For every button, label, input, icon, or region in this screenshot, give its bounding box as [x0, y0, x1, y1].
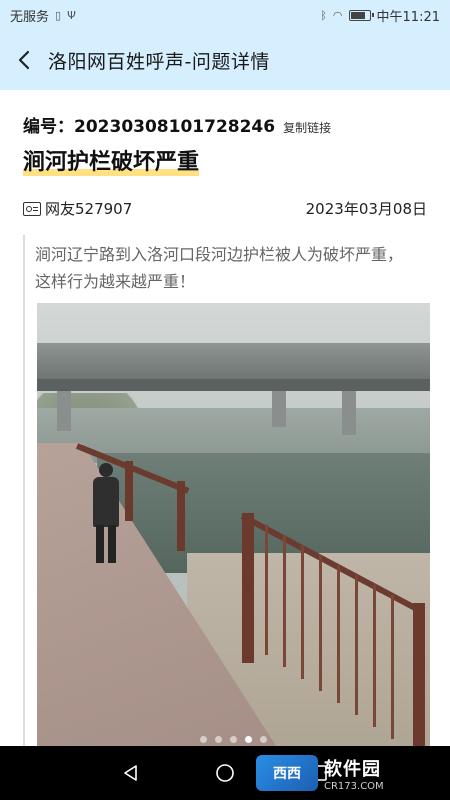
carrier-text: 无服务 [10, 9, 50, 25]
carousel-indicator [37, 736, 430, 743]
back-button[interactable] [0, 30, 48, 90]
carousel-dot[interactable] [245, 736, 252, 743]
issue-id-label: 编号： [23, 117, 74, 137]
carousel-dot[interactable] [260, 736, 267, 743]
issue-id-value: 20230308101728246 [74, 117, 276, 137]
photo-bridge-pillar [272, 391, 286, 427]
photo-railing-bar [355, 575, 358, 715]
bluetooth-icon: ᛒ [320, 8, 327, 22]
status-left: 无服务 ▯ Ψ [10, 6, 76, 25]
watermark-main: 软件园 [324, 758, 381, 780]
photo-person [89, 463, 123, 563]
photo-railing-bar [265, 525, 268, 655]
usb-icon: Ψ [67, 8, 76, 22]
photo-bridge [37, 343, 430, 379]
nav-back-button[interactable] [119, 761, 143, 785]
issue-description-box: 涧河辽宁路到入洛河口段河边护栏被人为破坏严重，这样行为越来越严重！ [23, 235, 430, 746]
photo-railing-post [242, 513, 254, 663]
photo-railing-bar [301, 545, 304, 679]
page-header: 洛阳网百姓呼声-问题详情 [0, 30, 450, 90]
nav-home-button[interactable] [213, 761, 237, 785]
watermark-logo: 西西 软件园 CR173.COM [256, 752, 436, 794]
issue-date: 2023年03月08日 [305, 200, 427, 218]
photo-railing-bar [283, 535, 286, 667]
status-right: ᛒ ◠ 中午11:21 [320, 6, 440, 25]
nav-home-icon [216, 764, 234, 782]
status-bar: 无服务 ▯ Ψ ᛒ ◠ 中午11:21 [0, 0, 450, 30]
carousel-dot[interactable] [230, 736, 237, 743]
photo-railing-post [177, 481, 185, 551]
watermark-text: 软件园 CR173.COM [324, 755, 384, 792]
watermark-logo-badge: 西西 [256, 755, 318, 791]
page-title: 洛阳网百姓呼声-问题详情 [48, 50, 270, 73]
back-arrow-icon [18, 50, 30, 70]
photo-railing-post [413, 603, 425, 746]
photo-railing-post [125, 461, 133, 521]
nav-back-icon [124, 765, 137, 781]
issue-detail: 编号： 20230308101728246 复制链接 涧河护栏破坏严重 网友52… [0, 90, 450, 746]
carousel-dot[interactable] [215, 736, 222, 743]
user-card-icon [23, 201, 41, 216]
carousel-dot[interactable] [200, 736, 207, 743]
issue-description: 涧河辽宁路到入洛河口段河边护栏被人为破坏严重，这样行为越来越严重！ [35, 245, 404, 291]
app-frame: 无服务 ▯ Ψ ᛒ ◠ 中午11:21 洛阳网百姓呼声-问题详情 编号： 202… [0, 0, 450, 800]
photo-bridge-pillar [57, 391, 71, 431]
photo-railing-bar [337, 565, 340, 703]
issue-title-block: 涧河护栏破坏严重 [23, 148, 200, 178]
issue-photo[interactable] [37, 303, 430, 746]
battery-icon [348, 9, 374, 21]
issue-title: 涧河护栏破坏严重 [23, 150, 200, 175]
clock-text: 中午11:21 [376, 9, 440, 25]
issue-title-wrap: 涧河护栏破坏严重 [23, 148, 200, 178]
photo-railing-bar [391, 595, 394, 739]
copy-link-button[interactable]: 复制链接 [283, 119, 331, 136]
photo-railing-bar [373, 585, 376, 727]
sim-icon: ▯ [55, 8, 62, 22]
wifi-icon: ◠ [332, 8, 343, 22]
issue-author: 网友527907 [45, 200, 133, 218]
photo-railing-bar [319, 555, 322, 691]
photo-bridge-underside [37, 379, 430, 391]
watermark-sub: CR173.COM [324, 780, 384, 792]
photo-bridge-pillar [342, 391, 356, 435]
issue-id-row: 编号： 20230308101728246 复制链接 [23, 112, 331, 137]
issue-meta-row: 网友527907 2023年03月08日 [23, 198, 427, 219]
